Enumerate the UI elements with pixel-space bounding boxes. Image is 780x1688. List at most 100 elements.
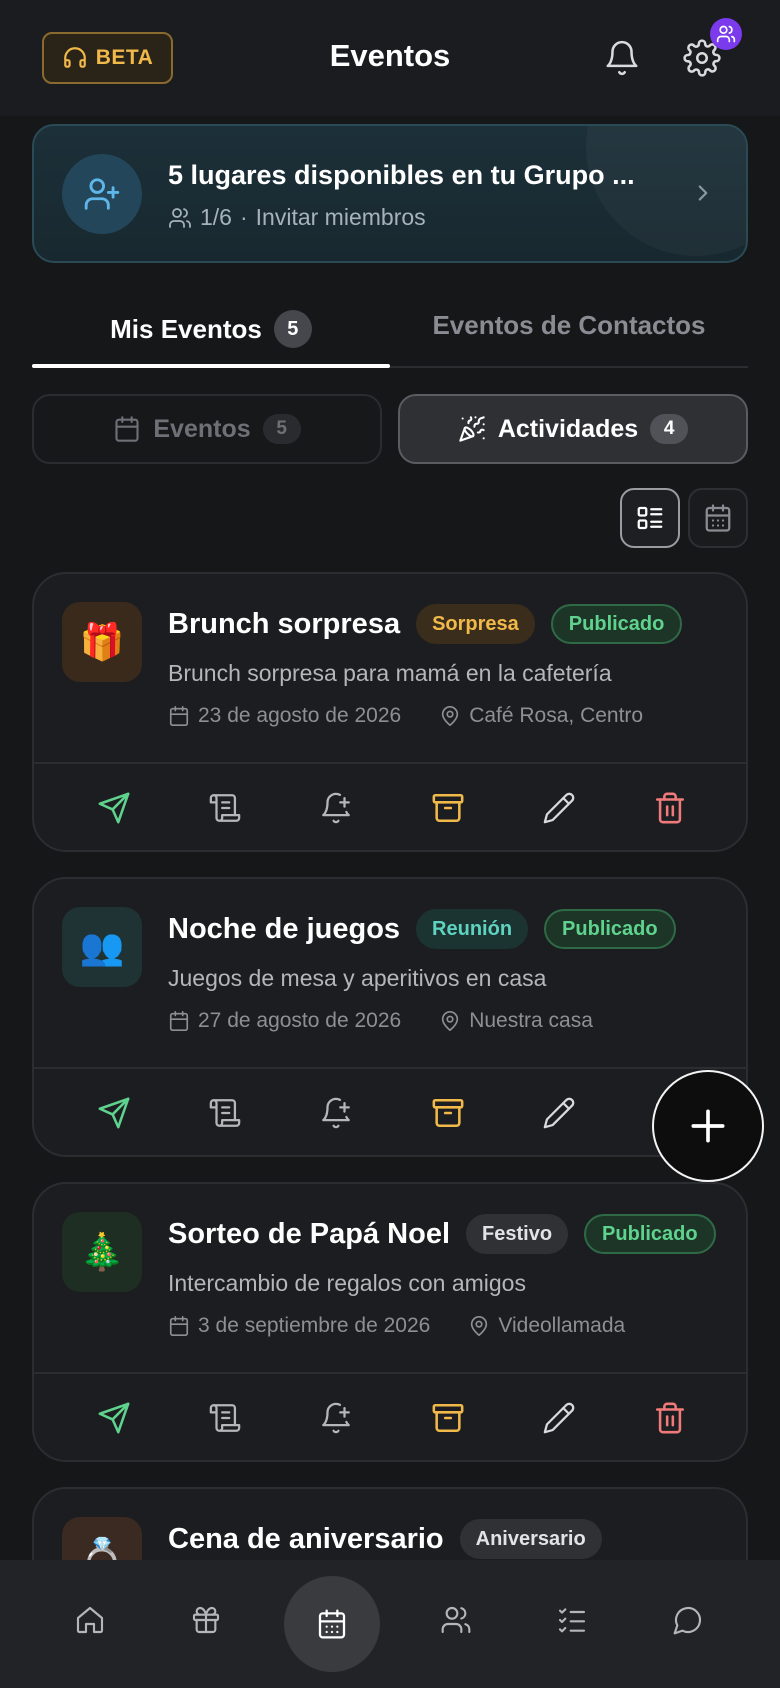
group-banner-subtitle: 1/6 · Invitar miembros [168,204,426,231]
send-button[interactable] [84,1083,144,1143]
segment-events[interactable]: Eventos 5 [32,394,382,464]
scroll-icon [209,794,241,822]
calendar-view-button[interactable] [688,488,748,548]
edit-button[interactable] [529,1388,589,1448]
bell-plus-icon [322,1097,351,1129]
event-card[interactable]: 🎄 Sorteo de Papá Noel Festivo Publicado … [32,1182,748,1462]
nav-tasks[interactable] [542,1590,602,1650]
calendar-icon [169,706,189,726]
notifications-button[interactable] [598,34,646,82]
event-location: Videollamada [498,1314,626,1337]
archive-icon [432,1098,464,1128]
page-title: Eventos [329,38,451,73]
users-icon [441,1606,471,1634]
nav-events[interactable] [284,1576,380,1672]
active-tab-indicator [32,364,390,368]
tab-my-events[interactable]: Mis Eventos 5 [32,310,390,348]
edit-button[interactable] [529,1083,589,1143]
trash-icon [656,1402,685,1434]
event-tabs: Mis Eventos 5 Eventos de Contactos [32,296,748,368]
nav-home[interactable] [60,1590,120,1650]
segment-count: 4 [650,414,689,444]
map-pin-icon [442,706,459,726]
event-header: Cena de aniversario Aniversario [168,1519,602,1559]
tab-count-badge: 5 [273,310,312,348]
group-badge [710,18,742,50]
event-description: Brunch sorpresa para mamá en la cafeterí… [168,660,612,686]
map-pin-icon [442,1011,459,1031]
send-button[interactable] [84,1388,144,1448]
reminder-button[interactable] [306,778,366,838]
reminder-button[interactable] [306,1388,366,1448]
event-meta: 27 de agosto de 2026 Nuestra casa [168,1009,593,1033]
status-badge: Publicado [584,1214,716,1254]
event-header: Brunch sorpresa Sorpresa Publicado [168,604,683,644]
event-title: Brunch sorpresa [168,607,401,640]
app-root: BETA Eventos 5 lugares disponibles en tu… [0,0,780,1688]
event-emoji: 👥 [62,907,142,987]
event-card[interactable]: 👥 Noche de juegos Reunión Publicado Jueg… [32,877,748,1157]
archive-icon [432,793,464,823]
invite-members-link: Invitar miembros [255,204,426,230]
calendar-grid-icon [705,504,731,532]
checklist-icon [558,1608,586,1633]
chat-icon [673,1606,702,1635]
segment-count: 5 [262,414,301,444]
category-badge: Festivo [466,1214,569,1254]
event-header: Noche de juegos Reunión Publicado [168,909,676,949]
script-button[interactable] [195,1083,255,1143]
users-icon [169,207,191,228]
calendar-icon [169,1011,189,1031]
event-emoji: 🎄 [62,1212,142,1292]
send-icon [98,792,130,824]
bell-plus-icon [322,1402,351,1434]
send-icon [98,1402,130,1434]
segment-activities[interactable]: Actividades 4 [398,394,748,464]
add-event-button[interactable] [652,1070,764,1182]
event-actions [34,762,746,850]
category-badge: Reunión [416,909,529,949]
archive-button[interactable] [418,778,478,838]
bell-icon [606,40,638,76]
user-plus-icon [84,178,120,210]
bottom-navigation [0,1560,780,1688]
edit-button[interactable] [529,778,589,838]
script-button[interactable] [195,778,255,838]
tab-label: Eventos de Contactos [432,310,706,340]
send-button[interactable] [84,778,144,838]
list-view-button[interactable] [620,488,680,548]
group-member-count: 1/6 [200,204,232,230]
group-invite-banner[interactable]: 5 lugares disponibles en tu Grupo ... 1/… [32,124,748,263]
event-date: 23 de agosto de 2026 [198,704,402,727]
plus-icon [691,1109,725,1143]
gift-icon [192,1606,220,1634]
script-button[interactable] [195,1388,255,1448]
event-date: 3 de septiembre de 2026 [198,1314,431,1337]
list-view-icon [637,506,663,530]
group-banner-title: 5 lugares disponibles en tu Grupo ... [168,160,635,190]
map-pin-icon [471,1316,488,1336]
category-badge: Aniversario [459,1519,602,1559]
event-location: Nuestra casa [469,1009,593,1032]
tab-contacts-events[interactable]: Eventos de Contactos [390,310,748,341]
nav-gifts[interactable] [176,1590,236,1650]
archive-button[interactable] [418,1388,478,1448]
status-badge: Publicado [544,909,676,949]
scroll-icon [209,1099,241,1127]
bell-plus-icon [322,792,351,824]
event-description: Juegos de mesa y aperitivos en casa [168,965,547,991]
home-icon [76,1606,104,1634]
pencil-icon [543,792,575,824]
separator: · [239,204,248,230]
reminder-button[interactable] [306,1083,366,1143]
event-card[interactable]: 🎁 Brunch sorpresa Sorpresa Publicado Bru… [32,572,748,852]
calendar-icon [115,416,139,442]
nav-chat[interactable] [658,1590,718,1650]
delete-button[interactable] [640,1388,700,1448]
segment-label: Actividades [497,414,639,443]
send-icon [98,1097,130,1129]
delete-button[interactable] [640,778,700,838]
pencil-icon [543,1402,575,1434]
archive-button[interactable] [418,1083,478,1143]
nav-contacts[interactable] [426,1590,486,1650]
